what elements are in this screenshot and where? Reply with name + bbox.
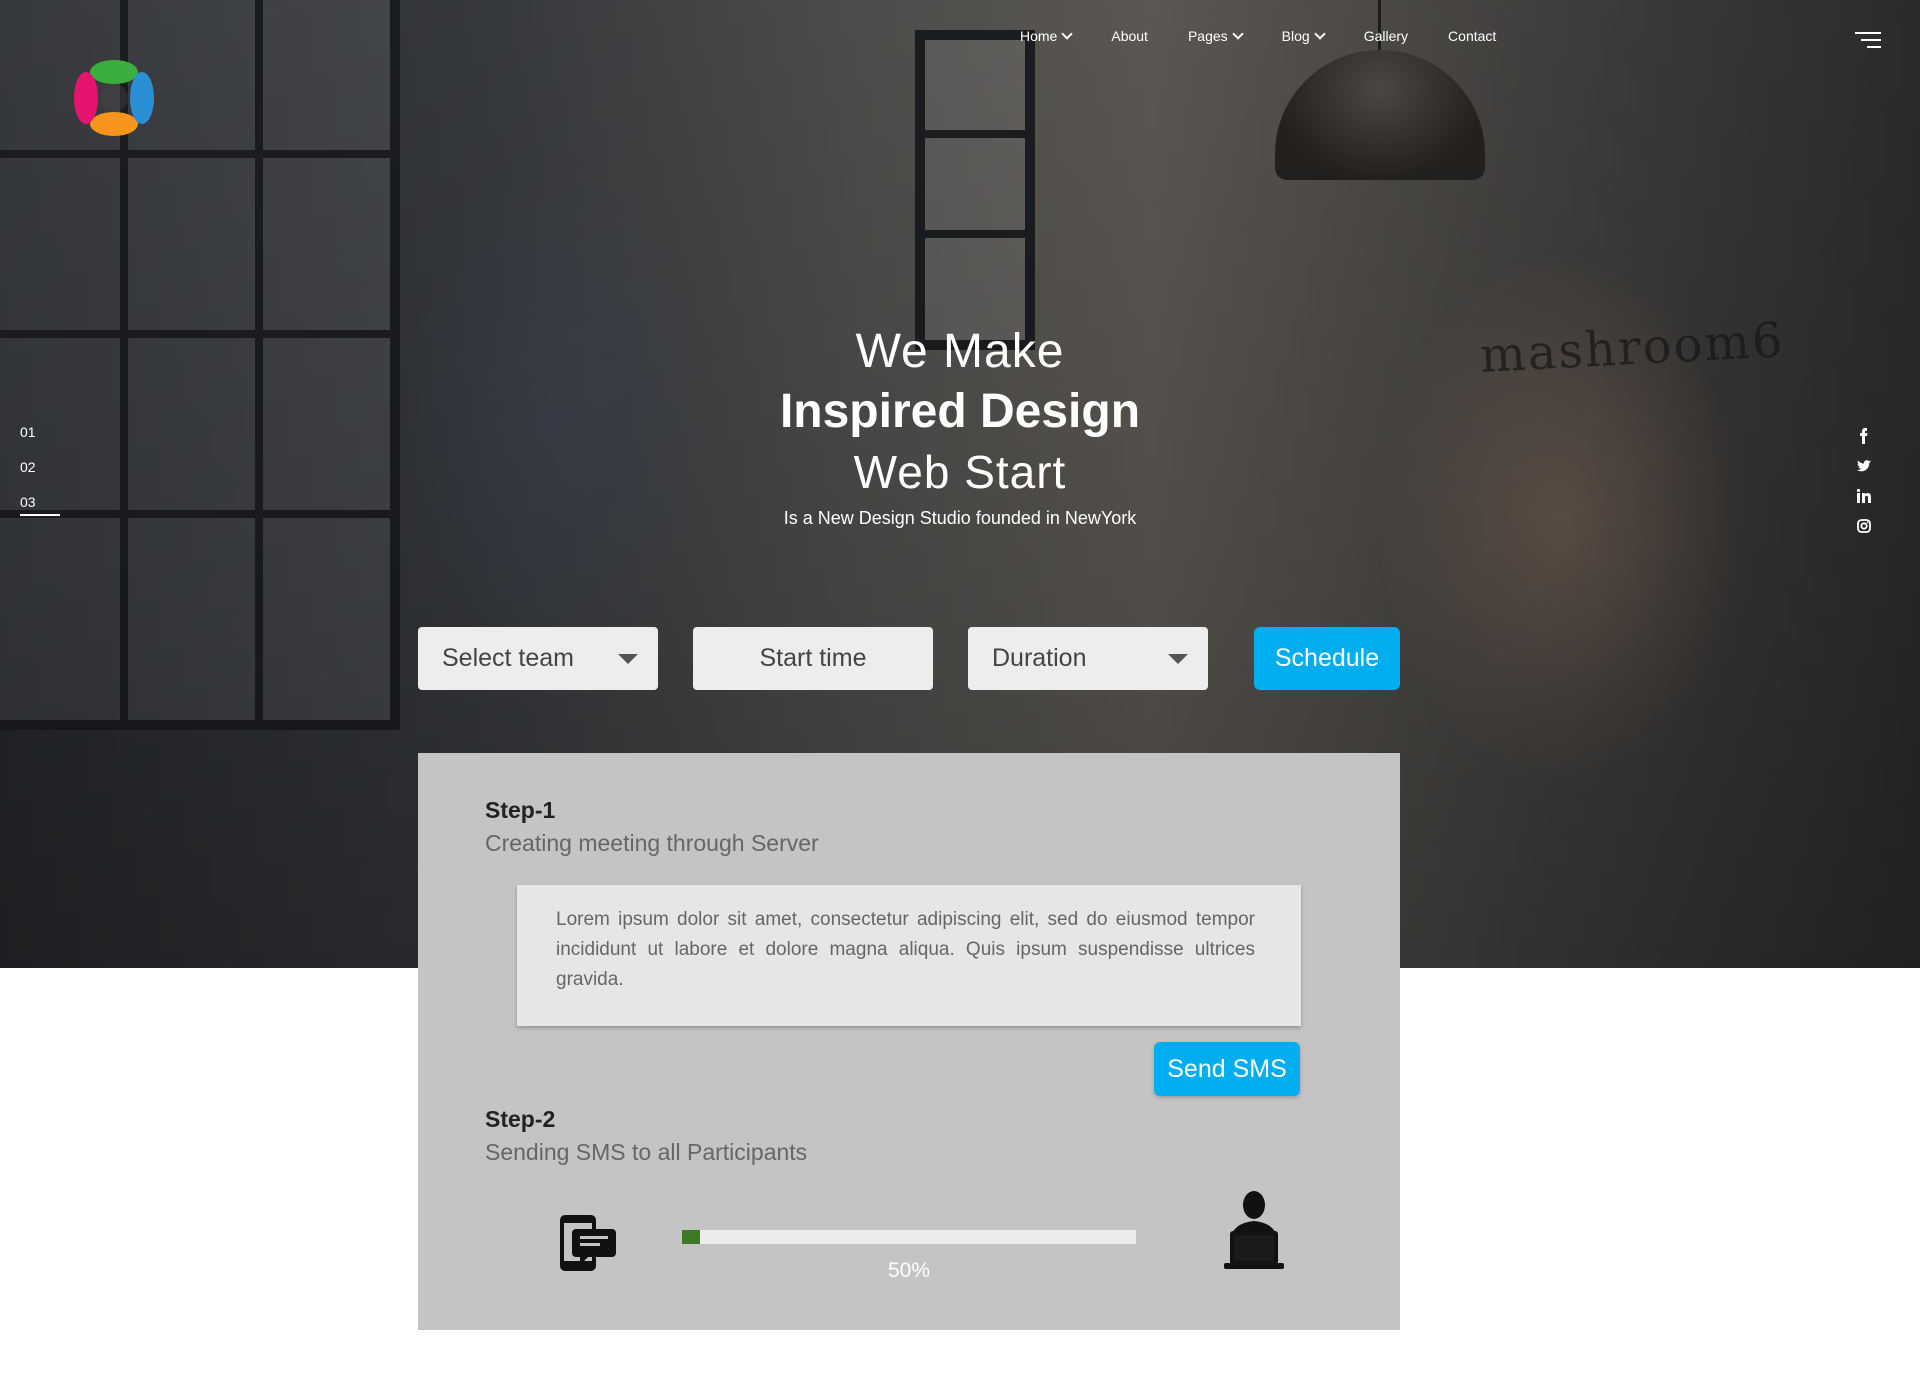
facebook-icon[interactable]	[1856, 428, 1872, 444]
nav-item-about[interactable]: About	[1111, 28, 1148, 44]
chevron-down-icon	[1314, 28, 1326, 40]
hero-headline: We Make Inspired Design Web Start Is a N…	[660, 322, 1260, 529]
headline-line-1: We Make	[855, 325, 1065, 378]
slide-number[interactable]: 02	[20, 459, 36, 494]
social-links	[1856, 428, 1872, 548]
caret-down-icon	[1168, 654, 1188, 664]
nav-item-home[interactable]: Home	[1020, 28, 1074, 44]
twitter-icon[interactable]	[1856, 458, 1872, 474]
logo-icon[interactable]	[68, 52, 160, 144]
step-1-description: Creating meeting through Server	[485, 830, 819, 856]
headline-line-2: Inspired Design	[779, 385, 1141, 438]
slide-pagination: 01 02 03	[20, 424, 59, 529]
caret-down-icon	[618, 654, 638, 664]
team-select-label: Select team	[442, 644, 575, 672]
duration-select[interactable]: Duration	[968, 627, 1208, 690]
chevron-down-icon	[1231, 28, 1244, 40]
message-textarea[interactable]: Lorem ipsum dolor sit amet, consectetur …	[517, 885, 1301, 1026]
nav-item-pages[interactable]: Pages	[1188, 28, 1244, 44]
team-select[interactable]: Select team	[418, 627, 658, 690]
hero-subtitle: Is a New Design Studio founded in NewYor…	[783, 508, 1137, 528]
start-time-label: Start time	[759, 644, 867, 672]
duration-select-label: Duration	[992, 644, 1087, 672]
step-1-title: Step-1	[485, 797, 556, 823]
slide-number-active[interactable]: 03	[20, 494, 59, 529]
nav-item-contact[interactable]: Contact	[1448, 28, 1496, 44]
start-time-field[interactable]: Start time	[693, 627, 933, 690]
participant-laptop-icon	[1224, 1191, 1284, 1269]
main-nav: Home About Pages Blog Gallery Contact	[1020, 28, 1536, 44]
send-sms-button[interactable]: Send SMS	[1154, 1042, 1300, 1096]
step-2-title: Step-2	[485, 1106, 556, 1132]
progress-fill	[682, 1230, 701, 1244]
sms-progress-bar	[682, 1230, 1136, 1244]
menu-icon[interactable]	[1855, 32, 1881, 48]
step-2-description: Sending SMS to all Participants	[485, 1139, 808, 1165]
steps-panel: Step-1 Creating meeting through Server L…	[418, 753, 1400, 1330]
headline-line-3: Web Start	[853, 446, 1067, 498]
nav-item-blog[interactable]: Blog	[1282, 28, 1326, 44]
slide-number[interactable]: 01	[20, 424, 36, 459]
instagram-icon[interactable]	[1856, 518, 1872, 534]
chevron-down-icon	[1061, 28, 1074, 40]
phone-message-icon	[560, 1215, 616, 1271]
progress-percent: 50%	[887, 1259, 931, 1282]
linkedin-icon[interactable]	[1856, 488, 1872, 504]
schedule-button[interactable]: Schedule	[1254, 627, 1400, 690]
nav-item-gallery[interactable]: Gallery	[1364, 28, 1408, 44]
